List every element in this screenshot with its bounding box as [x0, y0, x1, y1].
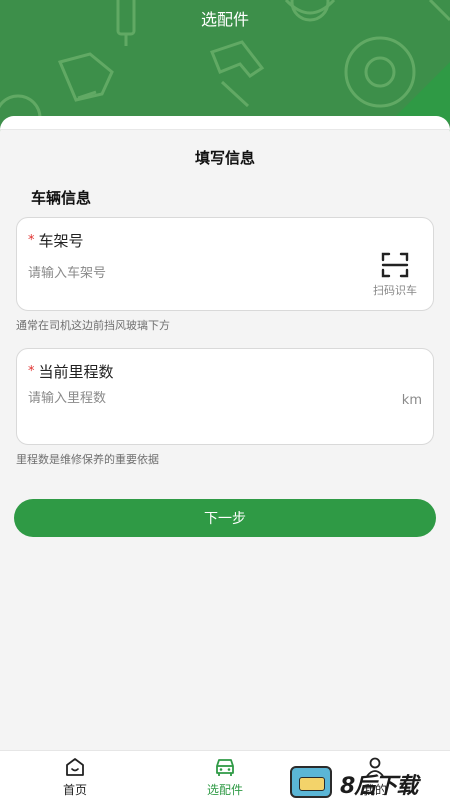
header-corner-decoration [390, 62, 450, 122]
next-step-button[interactable]: 下一步 [14, 499, 436, 537]
tab-home-label: 首页 [62, 783, 87, 797]
required-mark: * [28, 364, 35, 379]
mileage-label: * 当前里程数 [28, 361, 114, 382]
vin-card: *车架号 扫码识车 [16, 217, 434, 311]
mileage-hint: 里程数是维修保养的重要依据 [16, 453, 159, 466]
scan-icon [381, 252, 409, 278]
scan-vehicle-button[interactable]: 扫码识车 [369, 250, 421, 302]
sheet-top-strip [0, 116, 450, 130]
mileage-label-text: 当前里程数 [38, 363, 114, 381]
home-icon [66, 758, 84, 776]
watermark-icon [290, 766, 332, 798]
section-title-vehicle-info: 车辆信息 [31, 189, 92, 207]
vin-label-text: 车架号 [38, 232, 84, 250]
vin-hint: 通常在司机这边前挡风玻璃下方 [16, 319, 170, 332]
mileage-unit: km [401, 393, 422, 408]
tab-parts-label: 选配件 [206, 783, 243, 797]
vin-input[interactable] [28, 266, 328, 281]
watermark-logo: 8后下载 [290, 766, 450, 800]
watermark-text: 8后下载 [340, 774, 418, 799]
scan-vehicle-label: 扫码识车 [373, 284, 417, 297]
mileage-input[interactable] [28, 391, 328, 406]
vin-label: * 车架号 [28, 230, 84, 251]
form-title: 填写信息 [194, 149, 255, 167]
form-sheet: 填写信息 车辆信息 *车架号 扫码识车 通常在司机这边前挡风玻璃下方 *当前里程… [0, 116, 450, 750]
car-icon [216, 759, 234, 776]
required-mark: * [28, 233, 35, 248]
page-header-title: 选配件 [200, 10, 249, 29]
tab-home[interactable]: 首页 [40, 756, 110, 798]
mileage-card: *当前里程数 km [16, 348, 434, 445]
tab-parts[interactable]: 选配件 [190, 756, 260, 798]
